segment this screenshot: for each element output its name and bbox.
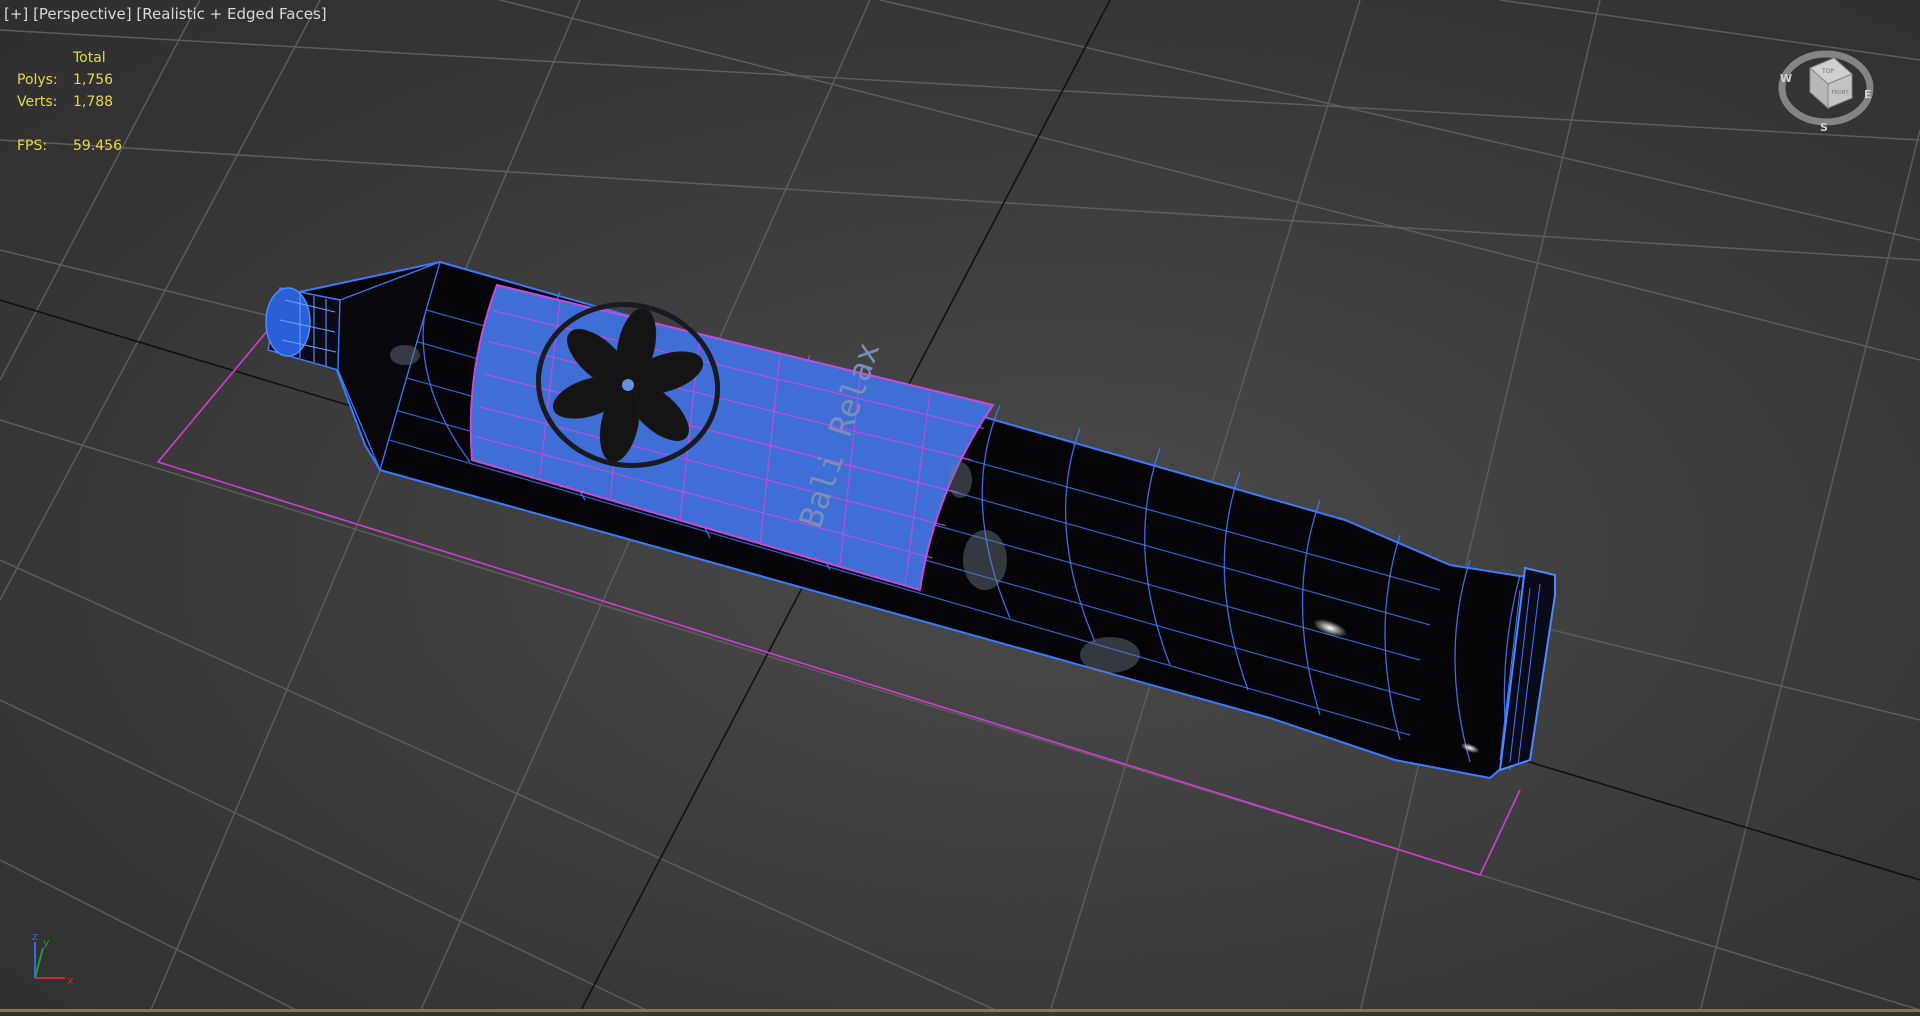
axis-tripod: x y z <box>32 930 74 987</box>
verts-value: 1,788 <box>73 94 114 110</box>
stats-total-header: Total <box>73 50 106 66</box>
viewport-label-menu[interactable]: [+] [Perspective] [Realistic + Edged Fac… <box>4 5 327 23</box>
perspective-viewport[interactable]: Bali Relax TOP FRONT W S E x y z <box>0 0 1920 1013</box>
axis-y-label: y <box>43 936 50 949</box>
axis-z-label: z <box>32 930 38 943</box>
polys-value: 1,756 <box>73 72 114 88</box>
fps-value: 59.456 <box>73 138 122 154</box>
compass-south[interactable]: S <box>1820 121 1828 134</box>
fps-label: FPS: <box>17 138 48 154</box>
viewport-statistics: Total Polys: 1,756 Verts: 1,788 FPS: 59.456 <box>17 47 122 157</box>
viewport-general-menu[interactable]: [+] <box>4 5 28 23</box>
tube-model[interactable]: Bali Relax <box>265 260 1556 780</box>
viewport-shading-menu[interactable]: [Realistic + Edged Faces] <box>136 5 326 23</box>
viewcube[interactable]: TOP FRONT W S E <box>1778 50 1874 134</box>
viewcube-top-face[interactable]: TOP <box>1821 68 1834 75</box>
compass-west[interactable]: W <box>1780 72 1792 85</box>
compass-east[interactable]: E <box>1864 88 1872 101</box>
verts-label: Verts: <box>17 94 58 110</box>
viewcube-front-face[interactable]: FRONT <box>1831 90 1849 96</box>
viewport-pov-menu[interactable]: [Perspective] <box>33 5 132 23</box>
axis-x-label: x <box>67 974 74 987</box>
polys-label: Polys: <box>17 72 58 88</box>
